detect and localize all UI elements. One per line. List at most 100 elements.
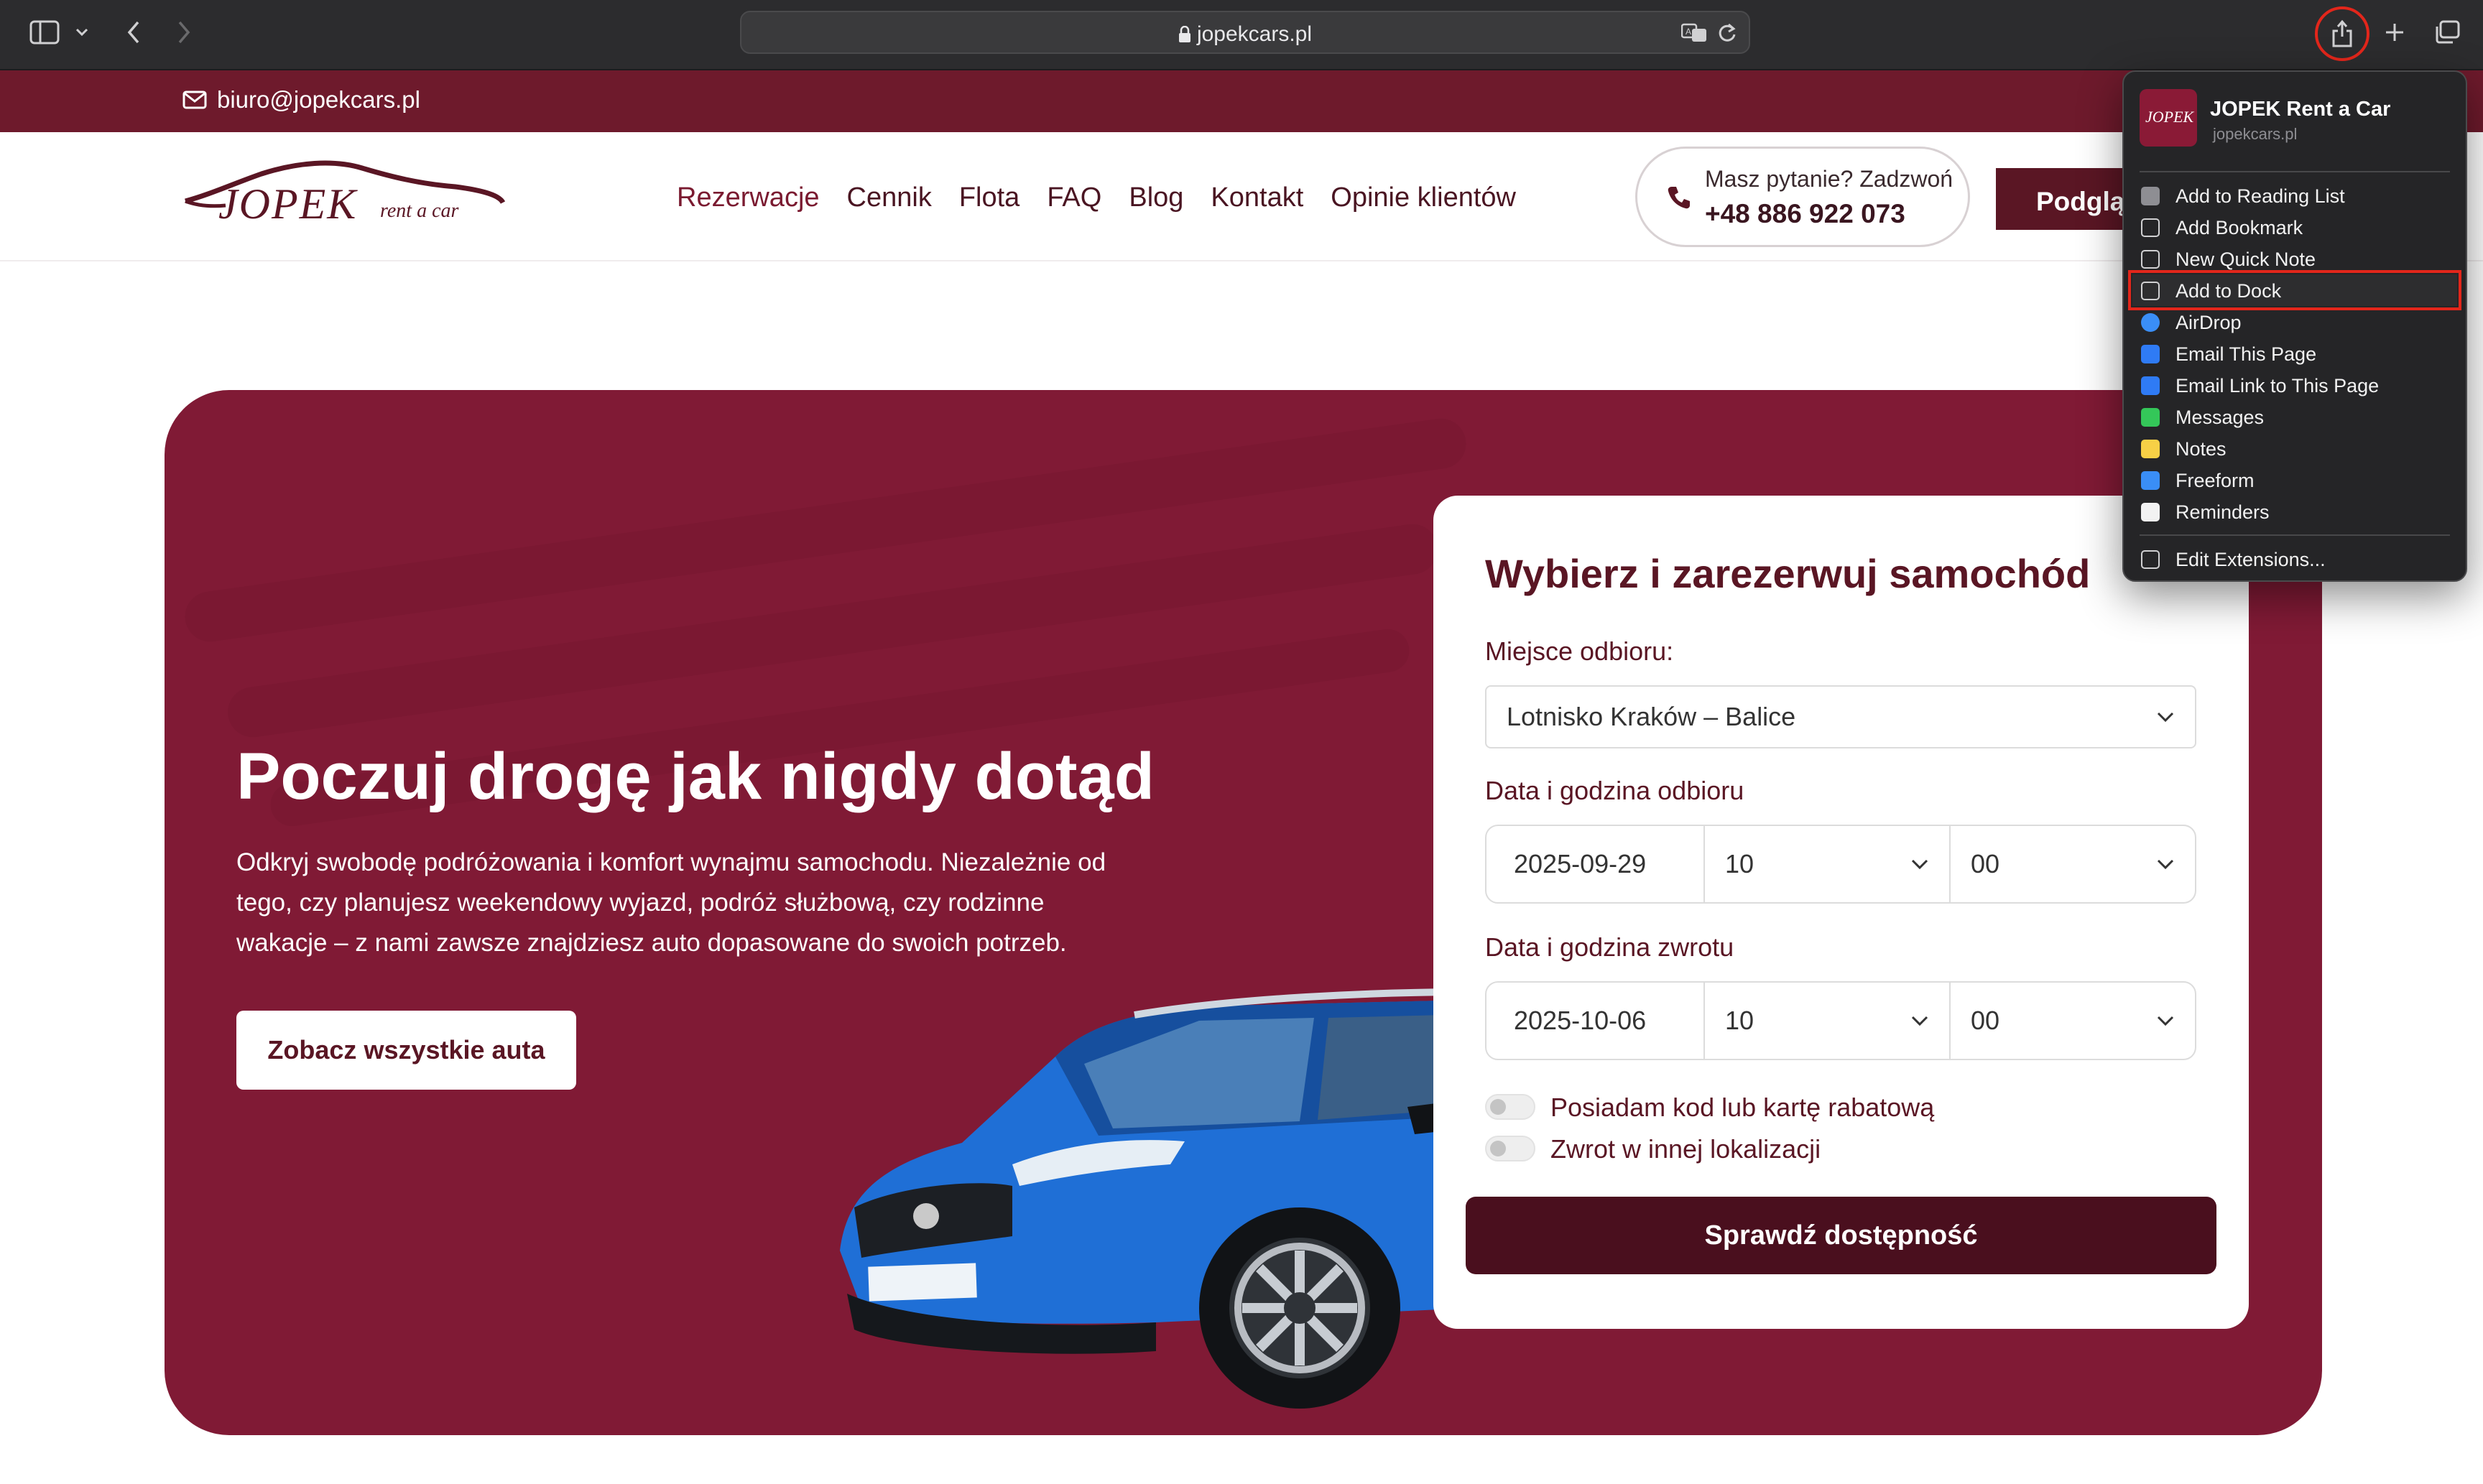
sidebar-toggle-icon[interactable] [27,17,62,47]
pickup-location-select[interactable]: Lotnisko Kraków – Balice [1485,685,2196,748]
return-datetime-label: Data i godzina zwrotu [1485,932,1734,962]
menu-item-label: AirDrop [2175,312,2242,333]
contact-email-link[interactable]: biuro@jopekcars.pl [182,86,420,113]
mail-icon [2141,345,2160,363]
menu-divider [2140,534,2450,536]
nav-item-opinie[interactable]: Opinie klientów [1331,182,1516,213]
menu-item-add-bookmark[interactable]: Add Bookmark [2132,211,2457,243]
airdrop-icon [2141,313,2160,332]
menu-item-reminders[interactable]: Reminders [2132,496,2457,527]
logo[interactable]: JOPEK rent a car [182,158,506,237]
share-menu: JOPEK JOPEK Rent a Car jopekcars.pl Add … [2122,70,2467,582]
check-availability-button[interactable]: Sprawdź dostępność [1466,1197,2216,1274]
main-navigation: Rezerwacje Cennik Flota FAQ Blog Kontakt… [677,182,1516,213]
menu-item-label: Messages [2175,407,2265,428]
reload-icon[interactable] [1717,22,1737,44]
return-hour-value: 10 [1725,1006,1754,1035]
share-site-name: JOPEK Rent a Car [2210,98,2391,121]
pickup-datetime-label: Data i godzina odbioru [1485,776,1744,805]
menu-item-label: Notes [2175,438,2227,460]
menu-item-messages[interactable]: Messages [2132,401,2457,432]
tab-overview-icon[interactable] [2431,17,2463,47]
menu-item-freeform[interactable]: Freeform [2132,464,2457,496]
quick-note-icon [2141,250,2160,269]
hero-section: Poczuj drogę jak nigdy dotąd Odkryj swob… [165,390,2322,1435]
pickup-date-input[interactable]: 2025-09-29 [1485,825,1705,904]
menu-item-label: New Quick Note [2175,249,2316,270]
menu-divider [2140,171,2450,172]
menu-item-add-to-dock[interactable]: Add to Dock [2128,270,2461,310]
freeform-icon [2141,471,2160,490]
phone-question-text: Masz pytanie? Zadzwoń [1705,166,1953,192]
dock-icon [2141,282,2160,300]
pickup-minute-select[interactable]: 00 [1949,825,2196,904]
bookmark-icon [2141,218,2160,237]
nav-item-cennik[interactable]: Cennik [847,182,932,213]
phone-number: +48 886 922 073 [1705,199,1905,228]
see-all-cars-button[interactable]: Zobacz wszystkie auta [236,1011,576,1090]
messages-icon [2141,408,2160,427]
hero-title: Poczuj drogę jak nigdy dotąd [236,740,1155,813]
menu-item-notes[interactable]: Notes [2132,432,2457,464]
nav-item-flota[interactable]: Flota [959,182,1019,213]
chevron-down-icon [2157,1016,2174,1026]
phone-contact-box[interactable]: Masz pytanie? Zadzwoń +48 886 922 073 [1635,147,1970,247]
return-minute-value: 00 [1971,1006,2000,1035]
forward-icon[interactable] [171,17,197,47]
pickup-hour-select[interactable]: 10 [1703,825,1951,904]
reminders-icon [2141,503,2160,521]
chevron-down-icon [1911,859,1928,870]
pickup-date-value: 2025-09-29 [1514,849,1647,878]
menu-item-label: Reminders [2175,501,2270,523]
hero-description: Odkryj swobodę podróżowania i komfort wy… [236,848,1106,957]
logo-text: JOPEK [218,180,358,228]
site-app-icon: JOPEK [2140,89,2197,147]
nav-item-kontakt[interactable]: Kontakt [1211,182,1303,213]
share-site-url: jopekcars.pl [2213,125,2298,143]
notes-icon [2141,440,2160,458]
menu-item-label: Add Bookmark [2175,217,2303,238]
nav-item-faq[interactable]: FAQ [1047,182,1101,213]
menu-item-edit-extensions[interactable]: Edit Extensions... [2132,543,2457,575]
top-contact-bar: biuro@jopekcars.pl [0,70,2483,132]
menu-item-new-quick-note[interactable]: New Quick Note [2132,243,2457,274]
address-bar[interactable]: jopekcars.pl A [740,11,1750,54]
back-icon[interactable] [121,17,147,47]
nav-item-blog[interactable]: Blog [1129,182,1183,213]
envelope-icon [182,91,207,109]
menu-item-label: Add to Reading List [2175,185,2345,207]
browser-toolbar: jopekcars.pl A [0,0,2483,70]
lock-icon [1178,26,1190,42]
return-hour-select[interactable]: 10 [1703,981,1951,1060]
discount-code-label: Posiadam kod lub kartę rabatową [1550,1093,1935,1122]
site-header: JOPEK rent a car Rezerwacje Cennik Flota… [0,132,2483,261]
menu-item-add-to-reading-list[interactable]: Add to Reading List [2132,180,2457,211]
new-tab-icon[interactable] [2380,17,2410,47]
return-minute-select[interactable]: 00 [1949,981,2196,1060]
contact-email-text: biuro@jopekcars.pl [217,86,420,113]
toggle-knob [1490,1099,1506,1115]
menu-item-email-this-page[interactable]: Email This Page [2132,338,2457,369]
other-return-location-label: Zwrot w innej lokalizacji [1550,1134,1821,1164]
discount-code-toggle[interactable] [1485,1094,1535,1120]
toggle-knob [1490,1141,1506,1156]
menu-item-airdrop[interactable]: AirDrop [2132,306,2457,338]
pickup-location-value: Lotnisko Kraków – Balice [1507,702,1796,731]
chevron-down-icon [1911,1016,1928,1026]
chevron-down-icon[interactable] [72,17,92,47]
translate-icon[interactable]: A [1681,22,1708,44]
other-return-location-toggle[interactable] [1485,1136,1535,1161]
logo-subtitle: rent a car [380,200,459,222]
extensions-icon [2141,550,2160,569]
share-icon [2332,19,2352,47]
site-app-icon-text: JOPEK [2145,108,2194,126]
chevron-down-icon [2157,859,2174,870]
nav-item-rezerwacje[interactable]: Rezerwacje [677,182,820,213]
mail-icon [2141,376,2160,395]
pickup-minute-value: 00 [1971,849,2000,878]
menu-item-label: Edit Extensions... [2175,549,2326,570]
return-date-input[interactable]: 2025-10-06 [1485,981,1705,1060]
menu-item-email-link[interactable]: Email Link to This Page [2132,369,2457,401]
menu-item-label: Add to Dock [2175,280,2282,302]
share-button[interactable] [2315,6,2369,61]
